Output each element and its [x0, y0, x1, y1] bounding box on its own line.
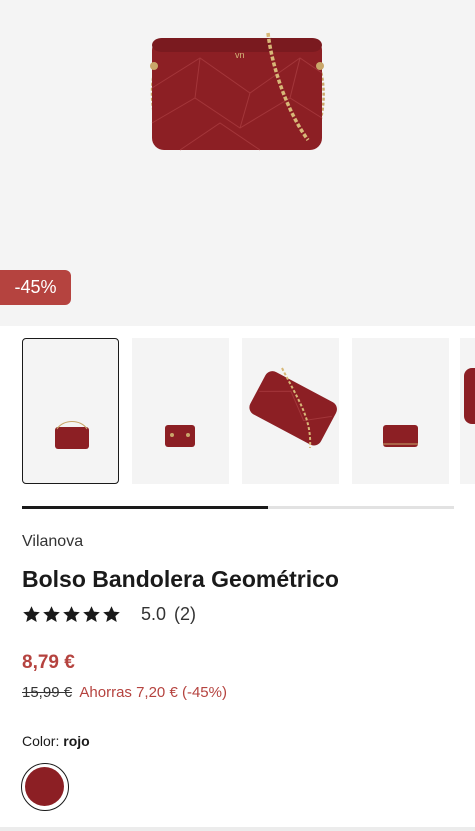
thumbnail-5[interactable]	[460, 338, 475, 484]
thumbnail-4[interactable]	[352, 338, 449, 484]
bag-thumbnail-image	[383, 425, 418, 447]
star-rating	[22, 605, 121, 624]
bag-thumbnail-image	[464, 368, 475, 424]
review-count: (2)	[174, 603, 197, 624]
rating[interactable]: 5.0 (2)	[22, 602, 196, 626]
star-icon	[103, 605, 120, 622]
star-icon	[23, 605, 40, 622]
current-price: 8,79 €	[22, 652, 75, 673]
carousel-scroll-indicator	[22, 506, 454, 509]
bag-image: vn	[150, 32, 325, 151]
rating-value: 5.0	[141, 603, 167, 624]
bottom-divider	[0, 827, 475, 831]
color-swatch-fill	[25, 767, 64, 806]
bag-thumbnail-image	[55, 421, 89, 449]
svg-text:vn: vn	[235, 50, 245, 60]
star-icon	[83, 605, 100, 622]
color-value: rojo	[63, 733, 90, 749]
thumbnail-carousel[interactable]	[0, 326, 475, 496]
savings-text: Ahorras 7,20 € (-45%)	[79, 684, 227, 701]
discount-badge: -45%	[0, 270, 71, 305]
product-title: Bolso Bandolera Geométrico	[22, 566, 339, 592]
price-details: 15,99 € Ahorras 7,20 € (-45%)	[22, 684, 227, 701]
bag-thumbnail-image	[249, 367, 337, 449]
bag-thumbnail-image	[165, 425, 195, 447]
color-label: Color:	[22, 733, 60, 749]
brand-name[interactable]: Vilanova	[22, 533, 83, 551]
carousel-scroll-progress	[22, 506, 268, 509]
thumbnail-1[interactable]	[22, 338, 119, 484]
thumbnail-2[interactable]	[132, 338, 229, 484]
original-price: 15,99 €	[22, 684, 73, 701]
color-swatch-rojo[interactable]	[21, 763, 69, 811]
star-icon	[63, 605, 80, 622]
product-image-main[interactable]: vn -45%	[0, 0, 475, 326]
star-icon	[43, 605, 60, 622]
thumbnail-3[interactable]	[242, 338, 339, 484]
color-label-row: Color: rojo	[22, 733, 90, 749]
